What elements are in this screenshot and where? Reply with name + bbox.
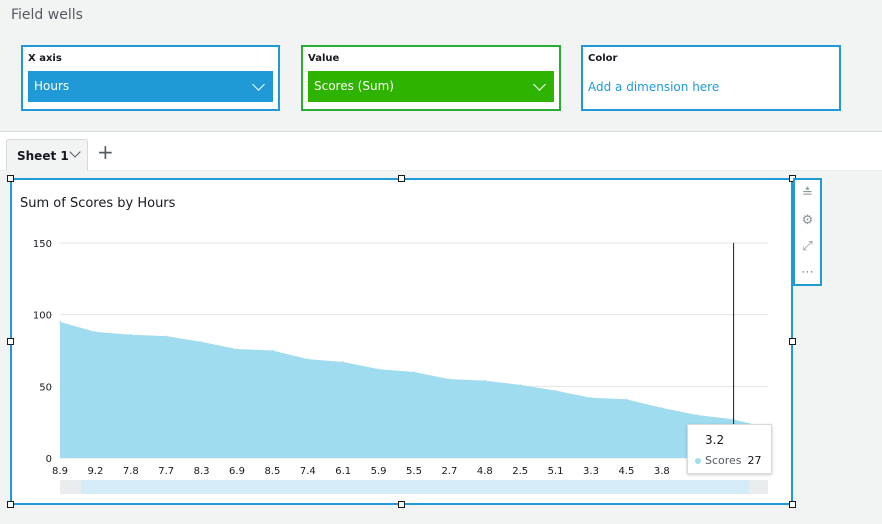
x-tick-label: 7.4 (300, 466, 316, 477)
data-point (165, 335, 167, 337)
data-point (554, 389, 557, 392)
data-point (271, 349, 274, 352)
x-tick-label: 8.5 (264, 466, 280, 477)
x-tick-label: 8.9 (52, 466, 68, 477)
data-point (200, 341, 203, 343)
x-tick-label: 2.7 (441, 466, 457, 477)
tooltip-x-value: 3.2 (705, 433, 725, 447)
data-point (307, 358, 309, 360)
series-area-scores (60, 321, 768, 458)
x-tick-label: 4.8 (477, 466, 493, 477)
data-point (94, 331, 97, 333)
x-tick-label: 2.5 (512, 466, 528, 477)
data-point (696, 414, 698, 416)
x-tick-label: 9.2 (87, 466, 103, 477)
y-tick-label: 150 (33, 239, 52, 250)
data-point (413, 371, 415, 373)
data-point (484, 379, 486, 382)
y-tick-label: 50 (39, 382, 52, 393)
x-tick-label: 8.3 (194, 466, 210, 477)
data-point (342, 361, 345, 363)
data-point (661, 407, 663, 409)
data-point (59, 321, 61, 323)
data-point (236, 348, 238, 350)
chart-tooltip: 3.2 Scores 27 (687, 424, 772, 474)
tooltip-series-name: Scores (705, 454, 742, 467)
tooltip-row: Scores 27 (695, 454, 762, 467)
x-tick-label: 3.3 (583, 466, 599, 477)
y-tick-label: 0 (46, 454, 52, 465)
x-tick-label: 7.8 (123, 466, 139, 477)
x-tick-label: 4.5 (618, 466, 634, 477)
series-color-dot (695, 458, 701, 464)
x-tick-label: 3.8 (654, 466, 670, 477)
tooltip-value: 27 (747, 454, 762, 467)
data-point (625, 398, 628, 401)
data-point (590, 397, 592, 399)
data-point (130, 333, 132, 336)
x-tick-label: 5.1 (548, 466, 564, 477)
data-point (377, 368, 380, 370)
x-tick-label: 6.9 (229, 466, 245, 477)
x-tick-label: 6.1 (335, 466, 351, 477)
data-point (448, 378, 451, 380)
y-tick-label: 100 (33, 311, 52, 322)
x-tick-label: 5.5 (406, 466, 422, 477)
x-tick-label: 7.7 (158, 466, 174, 477)
scrollbar-thumb[interactable] (81, 480, 749, 494)
x-tick-label: 5.9 (371, 466, 387, 477)
data-point (519, 384, 521, 386)
